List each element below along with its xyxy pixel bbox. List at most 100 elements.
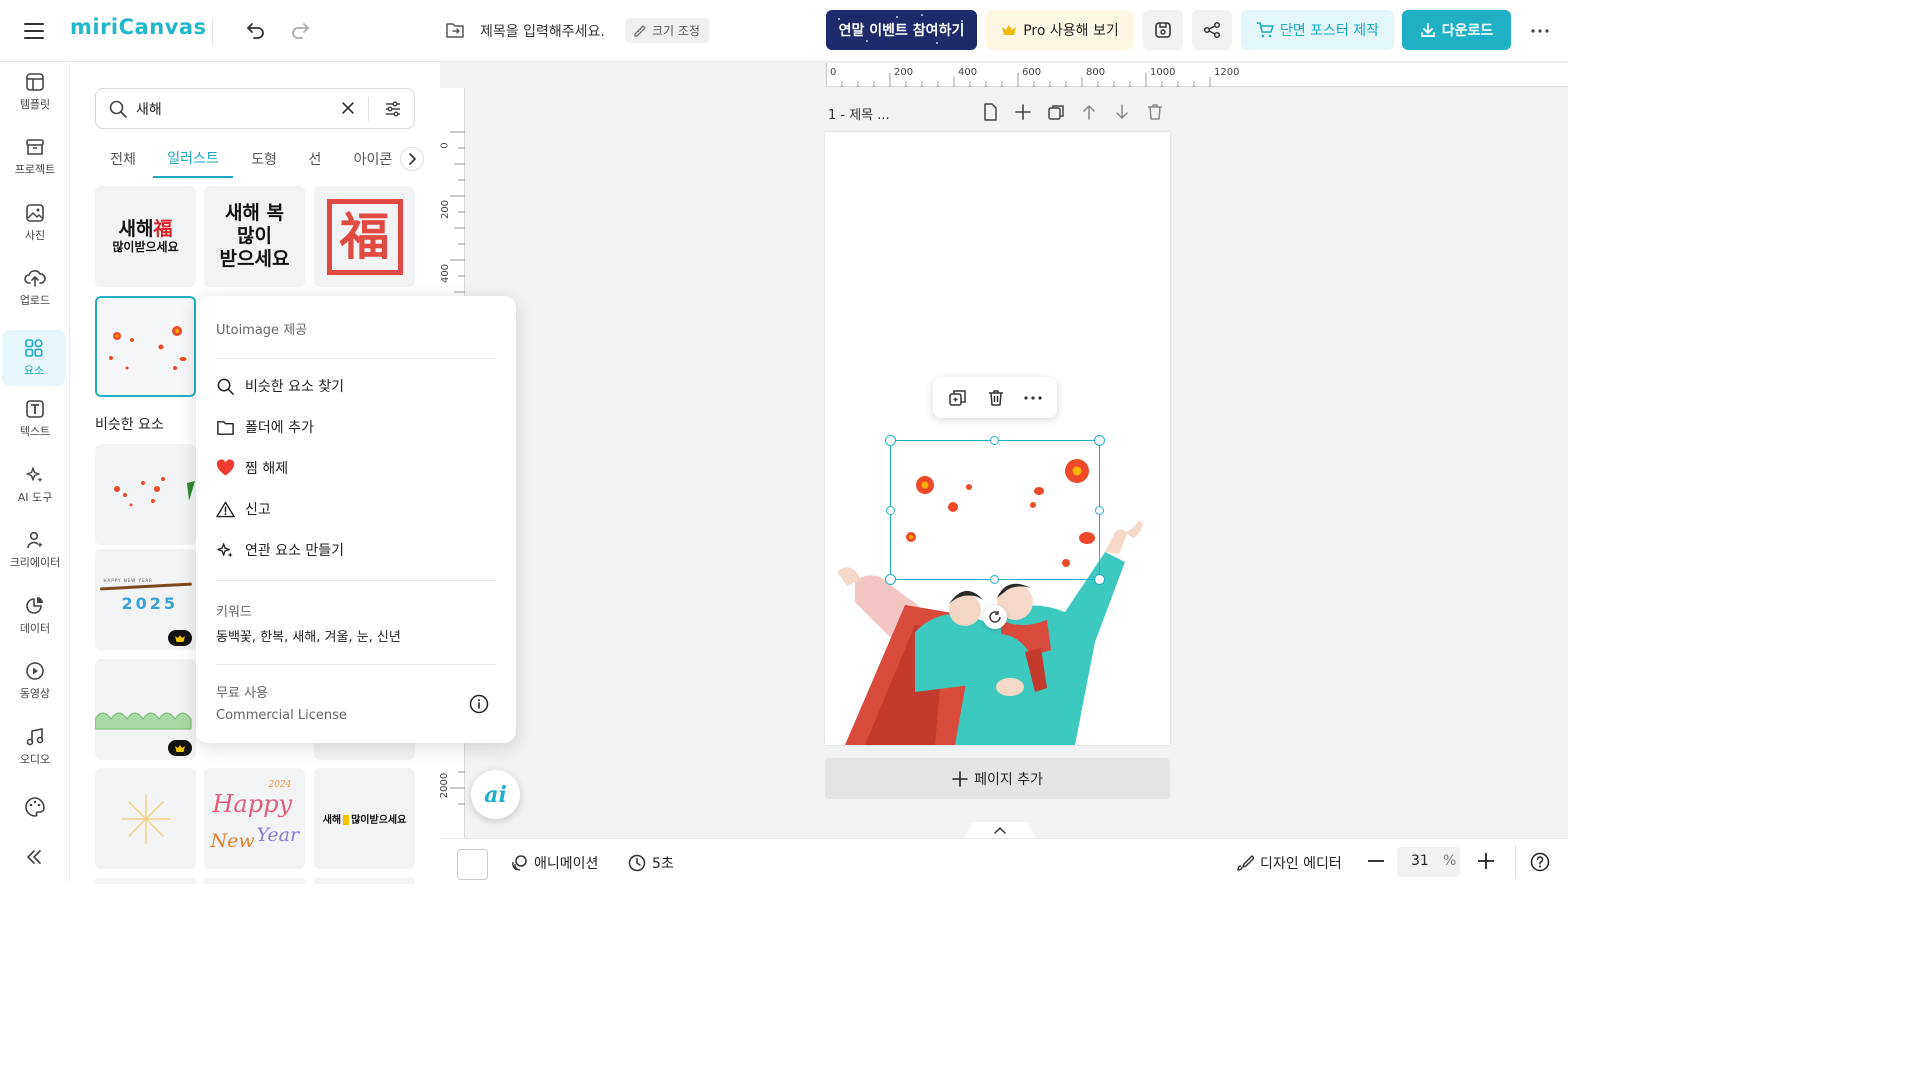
rail-item-video[interactable]: 동영상 <box>0 653 70 709</box>
animation-button[interactable]: 애니메이션 <box>510 853 598 873</box>
rail-label: 크리에이터 <box>9 556 61 569</box>
illustration-thumb[interactable] <box>314 878 415 884</box>
delete-page-icon[interactable] <box>1145 102 1165 122</box>
year-end-event-button[interactable]: 연말 이벤트 참여하기 <box>826 10 977 50</box>
illustration-thumb-selected[interactable] <box>95 296 196 397</box>
title-input[interactable]: 제목을 입력해주세요. <box>480 21 605 41</box>
menu-item-create-related[interactable]: 연관 요소 만들기 <box>216 538 344 562</box>
zoom-in-button[interactable] <box>1476 851 1496 871</box>
pro-trial-button[interactable]: Pro 사용해 보기 <box>986 10 1134 50</box>
resize-handle-bottom-left[interactable] <box>885 574 896 585</box>
move-up-icon[interactable] <box>1079 102 1099 122</box>
ruler-tick: 400 <box>958 67 978 78</box>
print-poster-button[interactable]: 단면 포스터 제작 <box>1241 10 1394 50</box>
resize-handle-right[interactable] <box>1095 506 1104 515</box>
poster-label: 단면 포스터 제작 <box>1279 23 1380 39</box>
divider <box>212 18 213 44</box>
illustration-thumb[interactable] <box>95 659 196 760</box>
zoom-input[interactable]: 31 % <box>1397 847 1460 877</box>
rail-item-creator[interactable]: 크리에이터 <box>0 522 70 578</box>
duplicate-element-icon[interactable] <box>948 388 968 408</box>
save-button[interactable] <box>1143 10 1183 50</box>
resize-handle-top-right[interactable] <box>1094 435 1105 446</box>
rail-item-project[interactable]: 프로젝트 <box>0 129 70 185</box>
thumb-text: Happy <box>212 789 293 818</box>
illustration-thumb[interactable]: 새해 복 많이 받으세요 <box>204 186 305 287</box>
illustration-thumb[interactable]: 福 <box>314 186 415 287</box>
rail-item-data[interactable]: 데이터 <box>0 588 70 644</box>
menu-item-report[interactable]: 신고 <box>216 497 271 521</box>
move-down-icon[interactable] <box>1112 102 1132 122</box>
resize-button[interactable]: 크기 조정 <box>625 18 710 43</box>
search-input[interactable] <box>136 99 326 119</box>
zoom-out-button[interactable] <box>1366 851 1386 871</box>
duration-button[interactable]: 5초 <box>628 853 674 873</box>
rail-item-photo[interactable]: 사진 <box>0 195 70 251</box>
ruler-icon <box>633 24 647 38</box>
background-color-swatch[interactable] <box>457 849 488 880</box>
rail-item-theme[interactable] <box>0 779 70 835</box>
page-icon[interactable] <box>980 102 1000 122</box>
folder-move-icon[interactable] <box>444 19 466 41</box>
more-element-options-icon[interactable] <box>1024 395 1042 400</box>
illustration-thumb[interactable] <box>95 768 196 869</box>
ai-assistant-button[interactable]: ai <box>471 770 520 819</box>
tab-line[interactable]: 선 <box>295 140 335 178</box>
resize-handle-left[interactable] <box>886 506 895 515</box>
undo-icon[interactable] <box>243 17 269 43</box>
rail-label: 데이터 <box>19 622 51 635</box>
chevron-right-icon <box>408 153 416 165</box>
page-label[interactable]: 1 - 제목 ... <box>828 104 890 123</box>
selected-element[interactable] <box>890 440 1100 580</box>
ruler-tick: 0 <box>830 67 837 78</box>
ai-icon: ai <box>484 781 507 808</box>
rail-item-elements[interactable]: 요소 <box>2 330 66 386</box>
resize-handle-top-left[interactable] <box>885 435 896 446</box>
resize-handle-bottom-right[interactable] <box>1094 574 1105 585</box>
tab-illustration[interactable]: 일러스트 <box>153 140 233 178</box>
illustration-thumb[interactable] <box>95 878 196 884</box>
collapse-rail-icon[interactable] <box>22 845 46 869</box>
rail-item-text[interactable]: 텍스트 <box>0 391 70 447</box>
more-options-icon[interactable] <box>1526 17 1554 45</box>
illustration-thumb[interactable]: 새해 많이받으세요 <box>314 768 415 869</box>
info-icon[interactable] <box>469 694 489 714</box>
resize-handle-top[interactable] <box>990 436 999 445</box>
menu-item-unfavorite[interactable]: 찜 해제 <box>216 456 288 480</box>
rail-item-ai-tools[interactable]: AI 도구 <box>0 457 70 513</box>
duplicate-page-icon[interactable] <box>1046 102 1066 122</box>
add-page-button[interactable]: 페이지 추가 <box>825 758 1170 799</box>
illustration-thumb[interactable]: 2024 Happy New Year <box>204 768 305 869</box>
rail-label: 템플릿 <box>19 98 51 111</box>
redo-icon[interactable] <box>287 17 313 43</box>
camellia-petals-illustration <box>109 326 187 370</box>
duration-label: 5초 <box>652 856 674 872</box>
timeline-toggle[interactable] <box>964 822 1036 838</box>
clear-search-icon[interactable] <box>340 100 356 116</box>
illustration-thumb[interactable]: HAPPY NEW YEAR 2025 <box>95 549 196 650</box>
illustration-thumb[interactable] <box>95 444 196 545</box>
filter-icon[interactable] <box>384 100 402 118</box>
share-button[interactable] <box>1192 10 1232 50</box>
download-button[interactable]: 다운로드 <box>1402 10 1511 50</box>
rail-label: 동영상 <box>19 687 51 700</box>
hamburger-menu-icon[interactable] <box>20 17 48 45</box>
rotate-handle[interactable] <box>983 605 1007 629</box>
menu-item-find-similar[interactable]: 비슷한 요소 찾기 <box>216 374 344 398</box>
rail-item-template[interactable]: 템플릿 <box>0 64 70 120</box>
add-page-icon[interactable] <box>1013 102 1033 122</box>
delete-element-icon[interactable] <box>986 388 1006 408</box>
logo[interactable]: miriCanvas <box>70 15 207 39</box>
design-editor-button[interactable]: 디자인 에디터 <box>1236 853 1342 873</box>
help-icon[interactable] <box>1530 852 1550 872</box>
tabs-next-button[interactable] <box>400 147 424 171</box>
resize-handle-bottom[interactable] <box>990 575 999 584</box>
menu-item-add-to-folder[interactable]: 폴더에 추가 <box>216 415 314 439</box>
tab-all[interactable]: 전체 <box>95 140 151 178</box>
tab-shape[interactable]: 도형 <box>241 140 287 178</box>
illustration-thumb[interactable] <box>204 878 305 884</box>
illustration-thumb[interactable]: 새해福 많이받으세요 <box>95 186 196 287</box>
rail-item-upload[interactable]: 업로드 <box>0 260 70 316</box>
rail-item-audio[interactable]: 오디오 <box>0 719 70 775</box>
tab-icon[interactable]: 아이콘 <box>345 140 401 178</box>
